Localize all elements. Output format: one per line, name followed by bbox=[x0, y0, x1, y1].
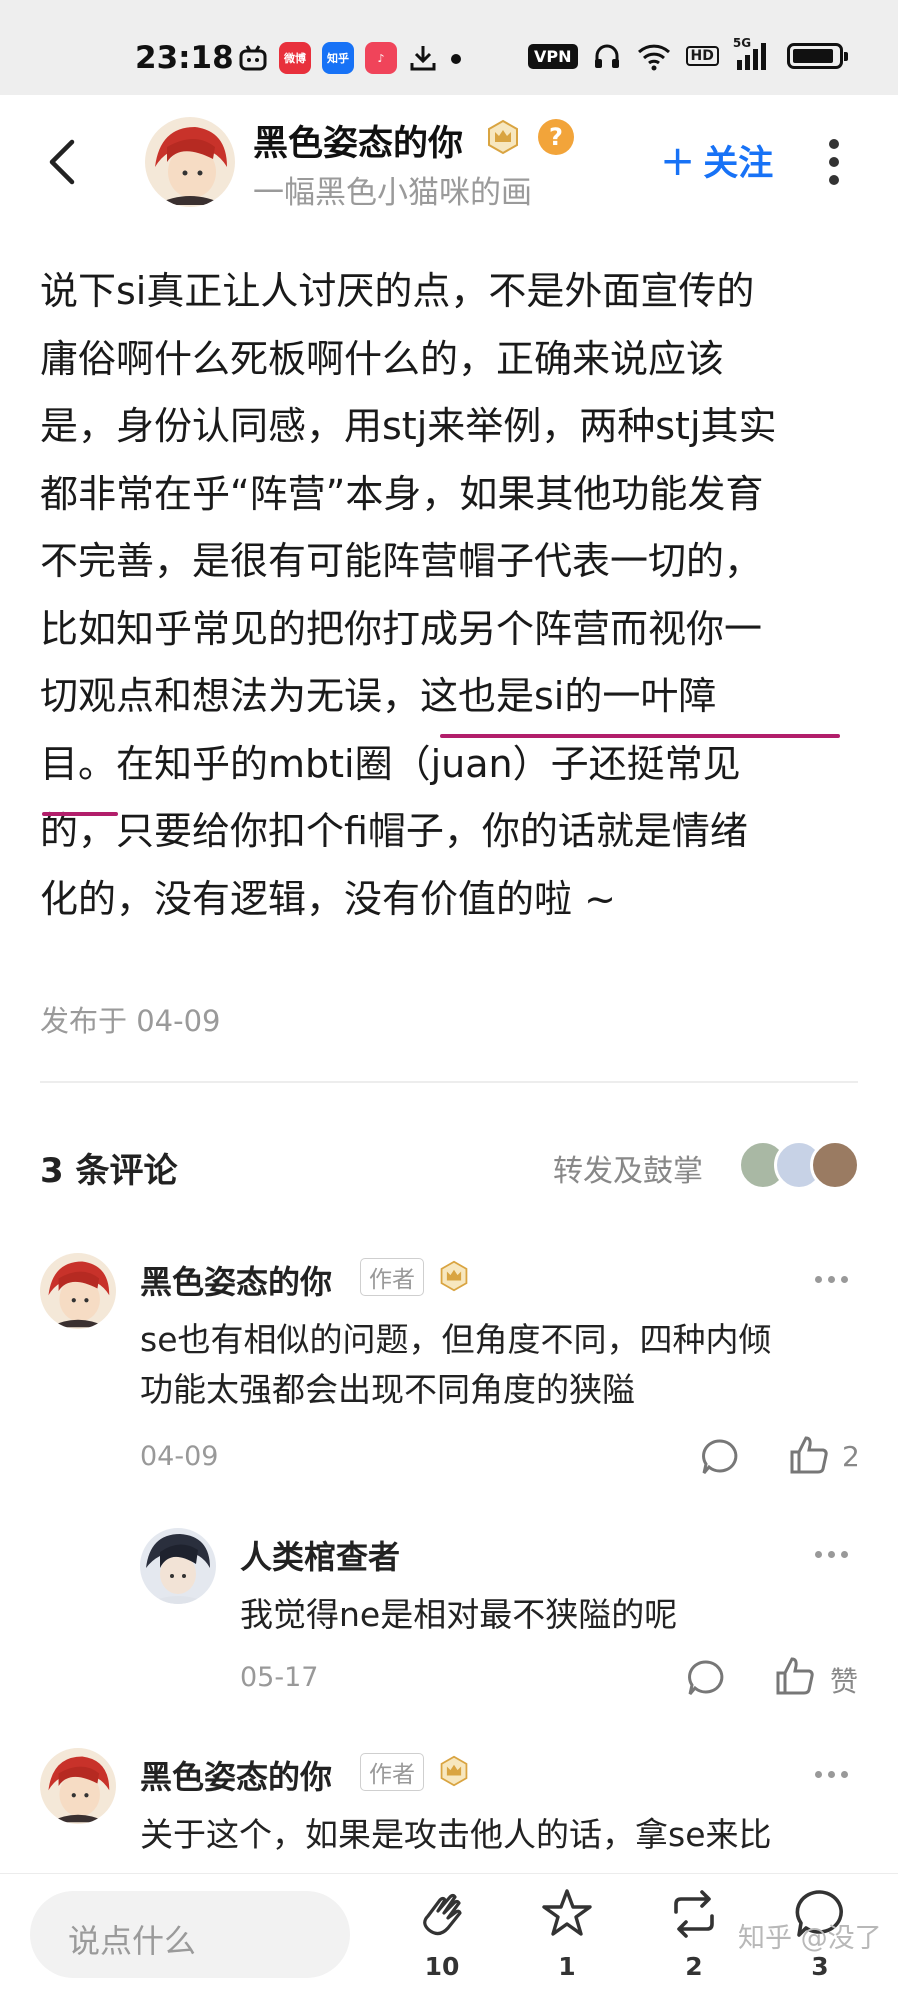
article-line: 目。在知乎的mbti圈（juan）子还挺常见 bbox=[40, 741, 741, 786]
system-icons: VPN HD 5G bbox=[528, 36, 848, 72]
vpn-icon: VPN bbox=[528, 43, 578, 69]
like-thumb-icon[interactable] bbox=[788, 1434, 830, 1476]
author-bio: 一幅黑色小猫咪的画 bbox=[253, 175, 532, 211]
battery-icon bbox=[786, 43, 848, 69]
comments-count: 3 bbox=[811, 1952, 829, 1981]
repost-count: 2 bbox=[685, 1952, 703, 1981]
publish-date: 发布于 04-09 bbox=[40, 1004, 221, 1038]
favorite-count: 1 bbox=[558, 1952, 576, 1981]
zhihu-watermark: 知乎 @没了 bbox=[738, 1923, 882, 1954]
hd-icon: HD bbox=[685, 46, 719, 66]
comment-count-heading: 3 条评论 bbox=[40, 1151, 178, 1191]
like-label: 赞 bbox=[830, 1665, 859, 1698]
page: 23:18 微博 知乎 ♪ VPN HD 5G 黑色姿态的你 ? 一幅黑色小猫咪… bbox=[0, 0, 898, 1995]
article-body: 说下si真正让人讨厌的点，不是外面宣传的 庸俗啊什么死板啊什么的，正确来说应该 … bbox=[40, 258, 860, 933]
article-line: 化的，没有逻辑，没有价值的啦 ~ bbox=[40, 876, 616, 921]
forward-avatars[interactable] bbox=[738, 1140, 862, 1192]
comment-text: se也有相似的问题，但角度不同，四种内倾 bbox=[140, 1320, 772, 1359]
comment-input-placeholder: 说点什么 bbox=[68, 1922, 197, 1960]
avatar bbox=[810, 1140, 860, 1190]
clap-icon bbox=[423, 1893, 462, 1936]
commenter-name[interactable]: 人类棺查者 bbox=[240, 1532, 400, 1578]
back-arrow-icon[interactable] bbox=[42, 137, 82, 187]
cellular-signal-icon: 5G bbox=[733, 36, 773, 72]
reply-bubble-icon[interactable] bbox=[700, 1437, 740, 1477]
scroll-fade bbox=[0, 1848, 898, 1876]
follow-button[interactable]: + 关注 bbox=[660, 135, 773, 186]
comment-text: 我觉得ne是相对最不狭隘的呢 bbox=[240, 1595, 678, 1634]
article-line: 是，身份认同感，用stj来举例，两种stj其实 bbox=[40, 404, 777, 448]
bilibili-icon bbox=[239, 45, 267, 71]
status-bar: 23:18 微博 知乎 ♪ VPN HD 5G bbox=[0, 0, 898, 95]
follow-label: 关注 bbox=[703, 144, 774, 184]
wifi-icon bbox=[637, 44, 670, 71]
zhihu-app-icon: 知乎 bbox=[322, 42, 354, 74]
music-app-icon: ♪ bbox=[365, 42, 397, 74]
article-line: 不完善，是很有可能阵营帽子代表一切的， bbox=[40, 539, 763, 583]
app-header: 黑色姿态的你 ? 一幅黑色小猫咪的画 + 关注 bbox=[0, 95, 898, 225]
repost-icon bbox=[674, 1890, 714, 1938]
commenter-avatar[interactable] bbox=[40, 1253, 116, 1329]
forward-and-applause-link[interactable]: 转发及鼓掌 bbox=[553, 1146, 703, 1190]
comment-input[interactable]: 说点什么 bbox=[30, 1891, 350, 1978]
commenter-avatar[interactable] bbox=[40, 1748, 116, 1824]
help-question-icon[interactable]: ? bbox=[538, 119, 574, 155]
commenter-name[interactable]: 黑色姿态的你 bbox=[140, 1257, 332, 1303]
headphones-icon bbox=[594, 44, 619, 68]
notification-icons: 微博 知乎 ♪ bbox=[238, 42, 463, 74]
article-line: 庸俗啊什么死板啊什么的，正确来说应该 bbox=[40, 336, 725, 381]
plus-icon: + bbox=[660, 136, 696, 185]
battery-level-fill bbox=[792, 49, 833, 63]
article-line: 切观点和想法为无误，这也是si的一叶障 bbox=[40, 674, 717, 718]
status-time: 23:18 bbox=[135, 40, 234, 76]
article-line: 比如知乎常见的把你打成另个阵营而视你一 bbox=[40, 606, 763, 651]
author-avatar[interactable] bbox=[145, 117, 235, 207]
bottom-action-bar: 说点什么 10 1 2 3 知乎 @没了 bbox=[0, 1873, 898, 1995]
commenter-name[interactable]: 黑色姿态的你 bbox=[140, 1752, 332, 1798]
comment-date: 05-17 bbox=[240, 1662, 319, 1693]
comment-more-icon[interactable] bbox=[815, 1551, 848, 1558]
divider bbox=[40, 1081, 858, 1083]
clap-button[interactable]: 10 bbox=[402, 1886, 482, 1991]
favorite-button[interactable]: 1 bbox=[527, 1886, 607, 1991]
article-line: 说下si真正让人讨厌的点，不是外面宣传的 bbox=[40, 269, 755, 313]
comment-more-icon[interactable] bbox=[815, 1771, 848, 1778]
author-tag: 作者 bbox=[360, 1258, 424, 1296]
highlight-underline bbox=[440, 734, 840, 738]
like-thumb-icon[interactable] bbox=[774, 1655, 816, 1697]
author-name[interactable]: 黑色姿态的你 bbox=[253, 115, 463, 166]
repost-button[interactable]: 2 bbox=[654, 1886, 734, 1991]
crown-badge-icon bbox=[488, 119, 518, 155]
article-line: 的，只要给你扣个fi帽子，你的话就是情绪 bbox=[40, 809, 748, 853]
article-line: 都非常在乎“阵营”本身，如果其他功能发育 bbox=[40, 471, 764, 516]
highlight-underline bbox=[42, 812, 118, 816]
comment-more-icon[interactable] bbox=[815, 1276, 848, 1283]
clap-count: 10 bbox=[424, 1952, 460, 1981]
author-tag: 作者 bbox=[360, 1753, 424, 1791]
crown-badge-icon bbox=[440, 1755, 468, 1787]
commenter-avatar[interactable] bbox=[140, 1528, 216, 1604]
download-icon bbox=[410, 46, 436, 71]
reply-bubble-icon[interactable] bbox=[686, 1658, 726, 1698]
comment-text: 功能太强都会出现不同角度的狭隘 bbox=[140, 1370, 635, 1409]
dot-icon bbox=[451, 54, 461, 64]
more-options-icon[interactable] bbox=[826, 137, 842, 187]
star-icon bbox=[542, 1889, 592, 1936]
like-count: 2 bbox=[842, 1440, 860, 1473]
weibo-app-icon: 微博 bbox=[279, 42, 311, 74]
crown-badge-icon bbox=[440, 1260, 468, 1292]
comment-date: 04-09 bbox=[140, 1441, 219, 1472]
